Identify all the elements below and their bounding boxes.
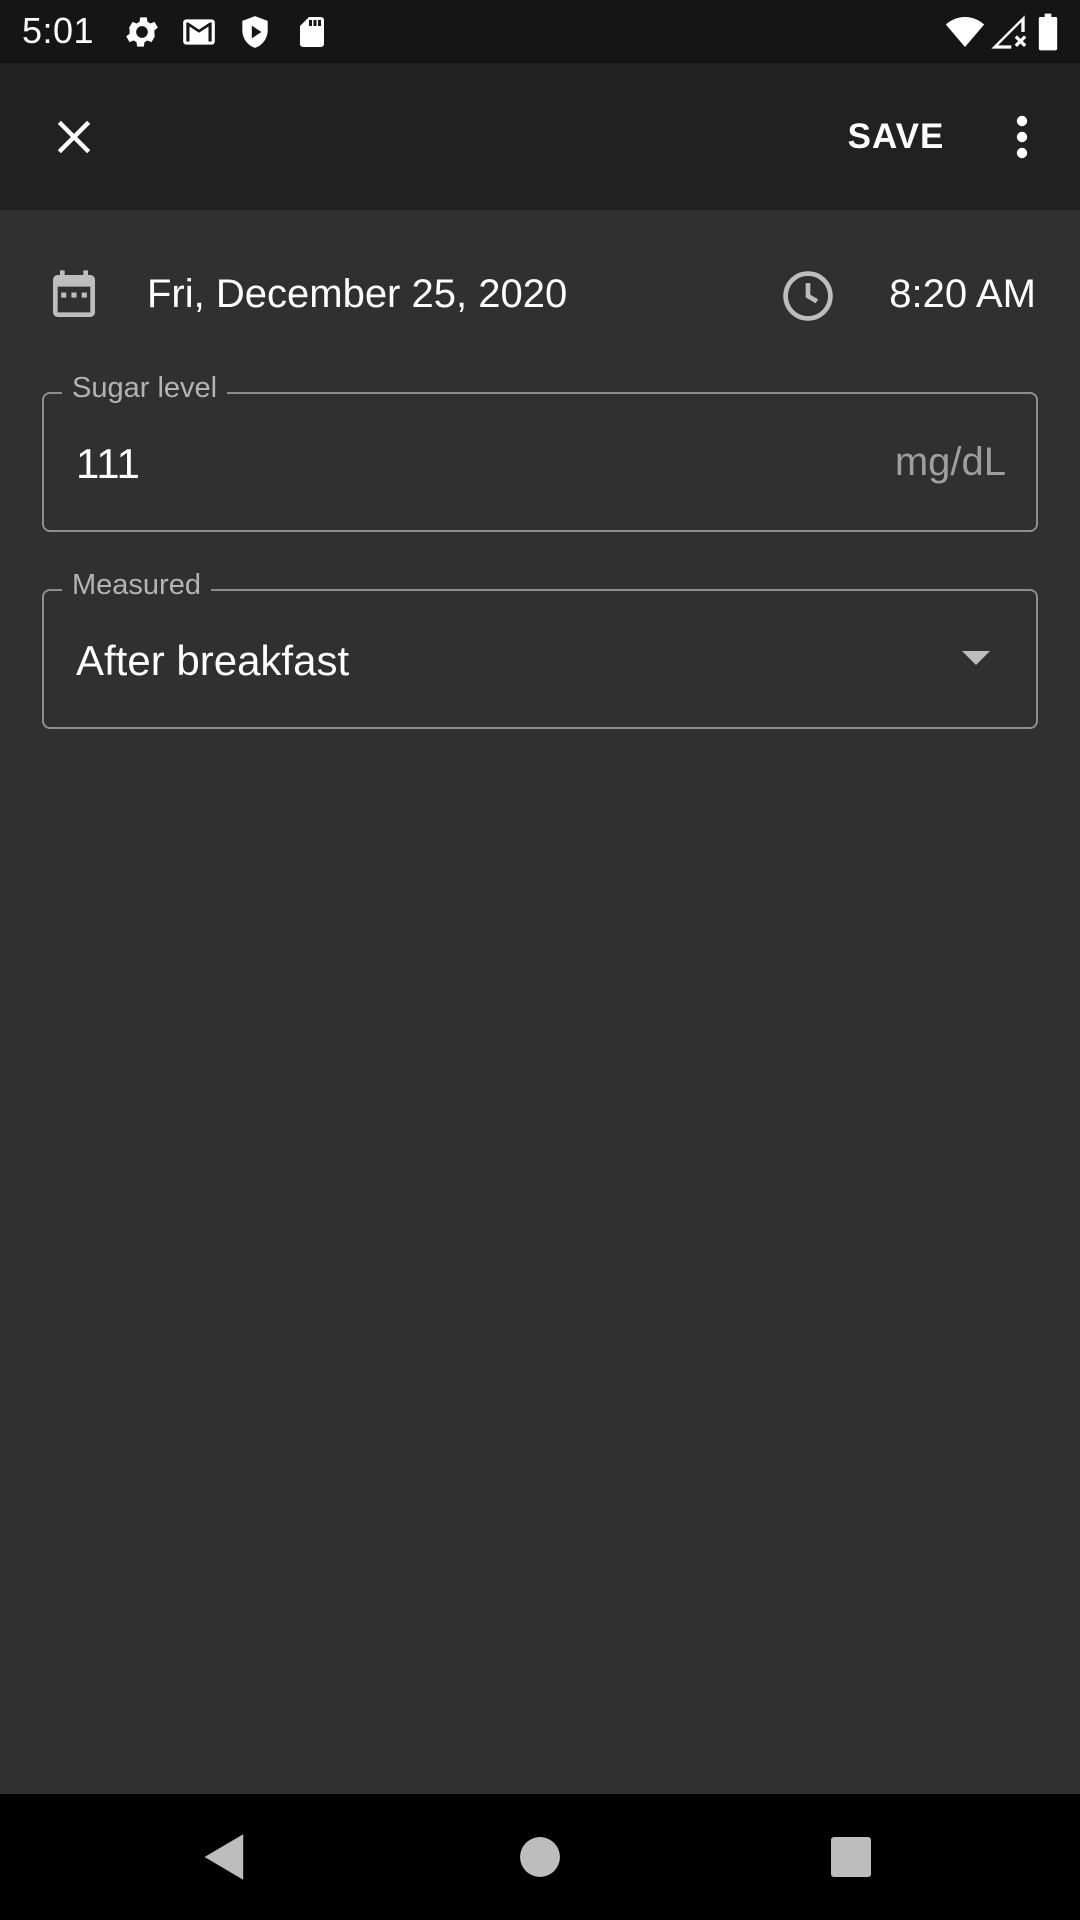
status-time: 5:01	[22, 10, 95, 51]
sugar-level-unit: mg/dL	[894, 440, 1006, 484]
gear-icon	[122, 12, 162, 57]
recents-icon	[831, 1837, 871, 1877]
recents-button[interactable]	[818, 1824, 884, 1890]
clock-icon[interactable]	[780, 268, 836, 324]
sd-card-icon	[294, 12, 330, 57]
measured-value: After breakfast	[76, 637, 350, 684]
sugar-level-label: Sugar level	[62, 372, 228, 405]
datetime-row: Fri, December 25, 2020 8:20 AM	[0, 252, 1080, 336]
measured-label: Measured	[62, 569, 211, 602]
shield-icon	[236, 12, 274, 57]
back-icon	[204, 1834, 244, 1880]
more-vert-icon	[1016, 115, 1028, 159]
status-bar: 5:01	[0, 0, 1080, 63]
close-icon	[57, 120, 91, 154]
time-picker-value[interactable]: 8:20 AM	[889, 272, 1036, 317]
home-button[interactable]	[507, 1824, 573, 1890]
navigation-bar	[0, 1794, 1080, 1920]
date-picker-value[interactable]: Fri, December 25, 2020	[147, 272, 567, 317]
gmail-icon	[180, 12, 218, 57]
home-icon	[520, 1837, 560, 1877]
dropdown-arrow-icon	[962, 651, 990, 665]
app-bar: SAVE	[0, 63, 1080, 210]
more-options-button[interactable]	[998, 105, 1046, 169]
close-button[interactable]	[42, 105, 106, 169]
calendar-icon[interactable]	[46, 268, 102, 324]
wifi-icon	[944, 12, 986, 57]
sugar-level-field[interactable]: Sugar level 111 mg/dL	[42, 372, 1038, 532]
back-button[interactable]	[192, 1824, 258, 1890]
save-button[interactable]: SAVE	[836, 113, 956, 161]
sugar-level-input[interactable]: 111	[76, 440, 140, 488]
battery-icon	[1036, 12, 1060, 57]
signal-icon	[988, 12, 1028, 57]
measured-dropdown[interactable]: Measured After breakfast	[42, 569, 1038, 729]
